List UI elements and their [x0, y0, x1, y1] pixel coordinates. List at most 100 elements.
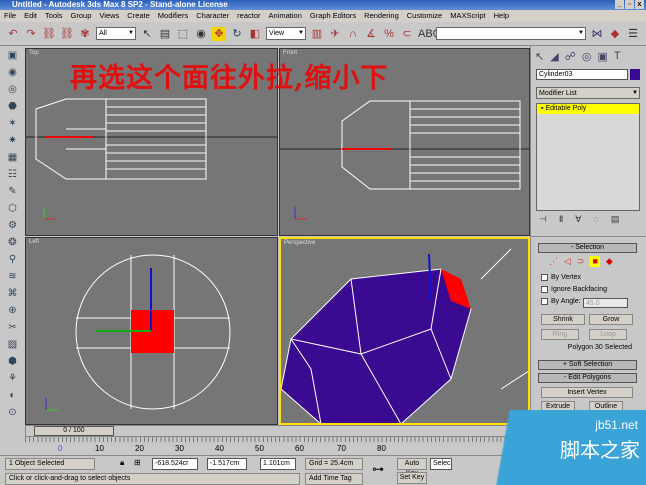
- maximize-button[interactable]: ▫: [625, 0, 634, 9]
- spinner-snap-icon[interactable]: ⊂: [400, 27, 414, 41]
- menu-help[interactable]: Help: [494, 10, 509, 22]
- viewport-label[interactable]: Perspective: [284, 240, 315, 246]
- percent-snap-icon[interactable]: %: [382, 27, 396, 41]
- y-coordinate-field[interactable]: -1.517cm: [207, 458, 247, 470]
- object-name-field[interactable]: Cylinder03: [536, 69, 628, 80]
- tool-icon[interactable]: ⬢: [5, 355, 21, 369]
- tool-icon[interactable]: ⊕: [5, 304, 21, 318]
- tool-icon[interactable]: ▨: [5, 338, 21, 352]
- menu-animation[interactable]: Animation: [269, 10, 302, 22]
- window-crossing-icon[interactable]: ◉: [194, 27, 208, 41]
- configure-sets-icon[interactable]: ▤: [611, 214, 620, 225]
- close-button[interactable]: x: [635, 0, 644, 9]
- tool-icon[interactable]: ✂: [5, 321, 21, 335]
- object-color-swatch[interactable]: [630, 69, 640, 80]
- tool-icon[interactable]: ◎: [5, 83, 21, 97]
- z-coordinate-field[interactable]: 1.101cm: [260, 458, 296, 470]
- angle-snap-icon[interactable]: ∡: [364, 27, 378, 41]
- menu-group[interactable]: Group: [71, 10, 92, 22]
- menu-create[interactable]: Create: [127, 10, 150, 22]
- menu-tools[interactable]: Tools: [45, 10, 63, 22]
- align-icon[interactable]: ◆: [608, 27, 622, 41]
- angle-spinner[interactable]: 45.0: [583, 298, 628, 308]
- snap-icon[interactable]: ∩: [346, 27, 360, 41]
- layer-manager-icon[interactable]: ☰: [626, 27, 640, 41]
- border-icon[interactable]: ⊃: [577, 256, 585, 267]
- soft-selection-rollout[interactable]: + Soft Selection: [538, 360, 637, 370]
- named-selection-dropdown[interactable]: [436, 27, 586, 40]
- polygon-icon[interactable]: ■: [590, 256, 600, 267]
- stack-item-editable-poly[interactable]: ▪ Editable Poly: [537, 104, 639, 114]
- menu-file[interactable]: File: [4, 10, 16, 22]
- motion-tab-icon[interactable]: ◎: [582, 50, 592, 63]
- grow-button[interactable]: Grow: [589, 314, 633, 325]
- tool-icon[interactable]: ▣: [5, 49, 21, 63]
- tool-icon[interactable]: ⚘: [5, 372, 21, 386]
- make-unique-icon[interactable]: ∀: [575, 214, 581, 225]
- tool-icon[interactable]: ⬣: [5, 100, 21, 114]
- edge-icon[interactable]: ◁: [564, 256, 571, 267]
- menu-edit[interactable]: Edit: [24, 10, 37, 22]
- display-tab-icon[interactable]: ▣: [597, 50, 607, 63]
- tool-icon[interactable]: ◐: [5, 389, 21, 403]
- rect-selection-icon[interactable]: ⬚: [176, 27, 190, 41]
- auto-key-button[interactable]: Auto Key: [397, 458, 427, 477]
- time-slider-thumb[interactable]: 0 / 100: [34, 426, 114, 436]
- menu-customize[interactable]: Customize: [407, 10, 442, 22]
- lock-selection-icon[interactable]: 🔒︎: [120, 458, 124, 468]
- tool-icon[interactable]: ⚲: [5, 253, 21, 267]
- bind-space-warp-icon[interactable]: ✾: [78, 27, 92, 41]
- modifier-list-dropdown[interactable]: Modifier List: [536, 87, 640, 99]
- tool-icon[interactable]: ▦: [5, 151, 21, 165]
- tool-icon[interactable]: ⊙: [5, 406, 21, 420]
- show-end-result-icon[interactable]: Ⅱ: [559, 214, 563, 225]
- unlink-icon[interactable]: ⛓: [60, 27, 74, 41]
- tool-icon[interactable]: ☷: [5, 168, 21, 182]
- selection-filter-dropdown[interactable]: All: [96, 27, 136, 40]
- tool-icon[interactable]: ⬡: [5, 202, 21, 216]
- by-angle-checkbox[interactable]: By Angle:: [541, 298, 581, 305]
- tool-icon[interactable]: ≋: [5, 270, 21, 284]
- absolute-mode-icon[interactable]: ⊞: [134, 458, 141, 467]
- select-by-name-icon[interactable]: ▤: [158, 27, 172, 41]
- tool-icon[interactable]: ⌘: [5, 287, 21, 301]
- remove-modifier-icon[interactable]: ◌: [593, 214, 598, 225]
- scale-icon[interactable]: ◧: [248, 27, 262, 41]
- add-time-tag-button[interactable]: Add Time Tag: [305, 473, 363, 485]
- rotate-icon[interactable]: ↻: [230, 27, 244, 41]
- tool-icon[interactable]: ⚙: [5, 219, 21, 233]
- viewport-left[interactable]: Left: [25, 237, 278, 425]
- vertex-icon[interactable]: ⋰: [549, 256, 558, 267]
- create-tab-icon[interactable]: ↖: [535, 50, 544, 63]
- undo-icon[interactable]: ↶: [6, 27, 20, 41]
- menu-views[interactable]: Views: [99, 10, 119, 22]
- viewport-label[interactable]: Top: [29, 50, 39, 56]
- utilities-tab-icon[interactable]: T: [614, 50, 621, 63]
- key-filter-dropdown[interactable]: Selec: [430, 458, 452, 470]
- move-icon[interactable]: ✥: [212, 26, 226, 41]
- by-vertex-checkbox[interactable]: By Vertex: [541, 274, 581, 281]
- viewport-perspective[interactable]: Perspective: [279, 237, 530, 425]
- set-key-icon[interactable]: ⊶: [372, 462, 384, 476]
- edit-named-selection-icon[interactable]: ABC: [418, 27, 441, 41]
- tool-icon[interactable]: ✎: [5, 185, 21, 199]
- tool-icon[interactable]: ✶: [5, 117, 21, 131]
- manipulate-icon[interactable]: ✈: [328, 27, 342, 41]
- shrink-button[interactable]: Shrink: [541, 314, 585, 325]
- menu-graph-editors[interactable]: Graph Editors: [310, 10, 356, 22]
- selection-rollout-header[interactable]: - Selection: [538, 243, 637, 253]
- ignore-backfacing-checkbox[interactable]: Ignore Backfacing: [541, 286, 607, 293]
- tool-icon[interactable]: ✷: [5, 134, 21, 148]
- menu-rendering[interactable]: Rendering: [364, 10, 399, 22]
- reference-coordinate-dropdown[interactable]: View: [266, 27, 306, 40]
- edit-polygons-rollout[interactable]: - Edit Polygons: [538, 373, 637, 383]
- mirror-icon[interactable]: ⋈: [590, 27, 604, 41]
- link-icon[interactable]: ⛓: [42, 27, 56, 41]
- loop-button[interactable]: Loop: [589, 329, 627, 340]
- menu-maxscript[interactable]: MAXScript: [450, 10, 485, 22]
- modify-tab-icon[interactable]: ◢: [550, 50, 558, 63]
- x-coordinate-field[interactable]: -618.524cr: [152, 458, 198, 470]
- select-object-icon[interactable]: ↖: [140, 27, 154, 41]
- set-key-button[interactable]: Set Key: [397, 472, 427, 484]
- menu-reactor[interactable]: reactor: [237, 10, 260, 22]
